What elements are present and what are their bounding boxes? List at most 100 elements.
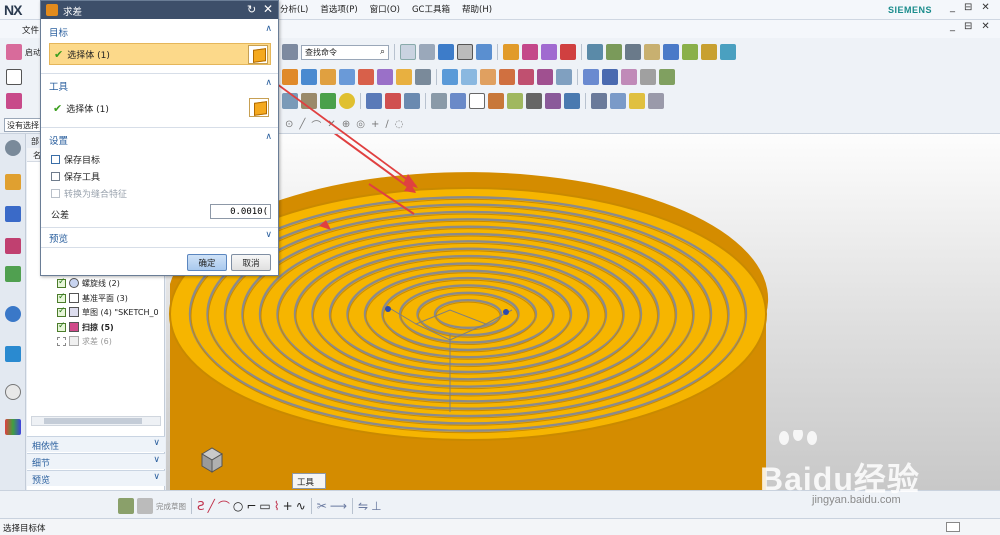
shell-icon[interactable]: [480, 69, 496, 85]
constraint-navigator-icon[interactable]: [5, 206, 21, 222]
web-browser-icon[interactable]: [5, 306, 21, 322]
surface-icon[interactable]: [583, 69, 599, 85]
menu-analysis[interactable]: 分析(L): [280, 3, 308, 15]
line-icon[interactable]: ╱: [208, 499, 215, 513]
visibility-checkbox[interactable]: [57, 321, 66, 332]
ok-button[interactable]: 确定: [187, 254, 227, 271]
cancel-button[interactable]: 取消: [231, 254, 271, 271]
manufacturing-icon[interactable]: [663, 44, 679, 60]
polygon-icon[interactable]: ⌇: [274, 499, 280, 513]
doc-minimize-button[interactable]: _: [950, 21, 955, 32]
menu-window[interactable]: 窗口(O): [370, 3, 400, 15]
reset-icon[interactable]: ↻: [247, 3, 256, 16]
cylinder-icon[interactable]: [591, 93, 607, 109]
work-layer-icon[interactable]: [476, 44, 492, 60]
tape-icon[interactable]: [629, 93, 645, 109]
sketch-tools-icon[interactable]: [6, 93, 22, 109]
palette-icon[interactable]: [5, 419, 21, 435]
export-icon[interactable]: [720, 44, 736, 60]
tool-section-header[interactable]: 工具 ∧: [41, 77, 278, 93]
blend-icon[interactable]: [442, 69, 458, 85]
history-icon[interactable]: [5, 346, 21, 362]
tool-select-body[interactable]: ✔ 选择体 (1): [49, 97, 271, 119]
fillet-icon[interactable]: ⌐: [246, 499, 256, 513]
resource-settings-icon[interactable]: [5, 140, 21, 156]
tree-item-sweep[interactable]: 扫掠 (5): [57, 320, 114, 334]
point-icon[interactable]: +: [283, 499, 293, 513]
visibility-checkbox[interactable]: [57, 306, 66, 317]
keep-tool-checkbox[interactable]: 保存工具: [51, 169, 100, 183]
note-icon[interactable]: [526, 93, 542, 109]
arc-icon[interactable]: ⌒: [218, 498, 230, 515]
dialog-close-button[interactable]: ✕: [263, 2, 273, 16]
part-navigator-icon[interactable]: [5, 238, 21, 254]
measure-icon[interactable]: [541, 44, 557, 60]
drafting-icon[interactable]: [644, 44, 660, 60]
target-section-header[interactable]: 目标 ∧: [41, 23, 278, 39]
dialog-title-bar[interactable]: 求差: [41, 1, 278, 19]
settings-section-header[interactable]: 设置 ∧: [41, 131, 278, 147]
preview-panel[interactable]: 预览 ∨: [27, 470, 165, 486]
assembly-icon[interactable]: [587, 44, 603, 60]
tolerance-icon[interactable]: [564, 93, 580, 109]
table-icon[interactable]: [488, 93, 504, 109]
menu-gc-toolbox[interactable]: GC工具箱: [412, 3, 450, 15]
close-button[interactable]: ✕: [981, 2, 989, 13]
menu-preferences[interactable]: 首选项(P): [320, 3, 357, 15]
profile-icon[interactable]: Ƨ: [197, 499, 205, 513]
distance-icon[interactable]: [560, 44, 576, 60]
pen-icon[interactable]: [610, 93, 626, 109]
triangle-icon[interactable]: [469, 93, 485, 109]
doc-restore-button[interactable]: ⊟: [964, 21, 972, 32]
target-select-body[interactable]: ✔ 选择体 (1): [49, 43, 271, 65]
snap-view-icon[interactable]: [503, 44, 519, 60]
reuse-library-icon[interactable]: [5, 266, 21, 282]
dimension-icon[interactable]: [545, 93, 561, 109]
visibility-checkbox[interactable]: [57, 292, 66, 303]
visibility-checkbox[interactable]: [57, 336, 66, 346]
pmi-icon[interactable]: [431, 93, 447, 109]
navigator-horizontal-scrollbar[interactable]: [31, 416, 161, 426]
sew-icon[interactable]: [659, 69, 675, 85]
trim-icon[interactable]: ✂: [317, 499, 327, 513]
tree-item-helix[interactable]: 螺旋线 (2): [57, 276, 120, 290]
grid-icon[interactable]: [507, 93, 523, 109]
doc-close-button[interactable]: ✕: [981, 21, 989, 32]
solid-body-icon[interactable]: [249, 98, 269, 117]
draft-icon[interactable]: [499, 69, 515, 85]
menu-help[interactable]: 帮助(H): [462, 3, 492, 15]
finish-sketch-icon[interactable]: [137, 498, 153, 514]
rectangle-icon[interactable]: ▭: [259, 499, 270, 513]
restore-button[interactable]: ⊟: [964, 2, 972, 13]
chamfer-icon[interactable]: [461, 69, 477, 85]
solid-body-icon[interactable]: [248, 45, 268, 64]
tree-item-sketch[interactable]: 草图 (4) "SKETCH_0: [57, 305, 159, 319]
through-curves-icon[interactable]: [602, 69, 618, 85]
start-icon[interactable]: [6, 44, 22, 60]
keep-target-checkbox[interactable]: 保存目标: [51, 152, 100, 166]
stack-icon[interactable]: [625, 44, 641, 60]
circle-icon[interactable]: ○: [233, 499, 243, 513]
dependencies-panel[interactable]: 相依性 ∨: [27, 436, 165, 452]
tolerance-input[interactable]: [210, 204, 271, 219]
subtract-icon[interactable]: [537, 69, 553, 85]
finish-sketch-label[interactable]: 完成草图: [156, 501, 186, 512]
layers-icon[interactable]: [606, 44, 622, 60]
visibility-checkbox[interactable]: [57, 277, 66, 288]
tree-item-subtract[interactable]: 求差 (6): [57, 334, 112, 348]
unite-icon[interactable]: [518, 69, 534, 85]
status-toggle-icon[interactable]: [946, 522, 960, 532]
selection-filter-dropdown[interactable]: 没有选择: [4, 118, 44, 132]
csys-handle[interactable]: [503, 309, 509, 315]
assembly-navigator-icon[interactable]: [5, 174, 21, 190]
shaded-cube-icon[interactable]: [438, 44, 454, 60]
extend-icon[interactable]: ⟶: [330, 499, 347, 513]
details-panel[interactable]: 细节 ∨: [27, 453, 165, 469]
csys-handle[interactable]: [385, 306, 391, 312]
show-hide-icon[interactable]: [522, 44, 538, 60]
swept-icon[interactable]: [621, 69, 637, 85]
spline-icon[interactable]: ∿: [296, 499, 306, 513]
tool-tab[interactable]: 工具: [292, 473, 326, 489]
intersect-icon[interactable]: [556, 69, 572, 85]
tools-icon[interactable]: [682, 44, 698, 60]
